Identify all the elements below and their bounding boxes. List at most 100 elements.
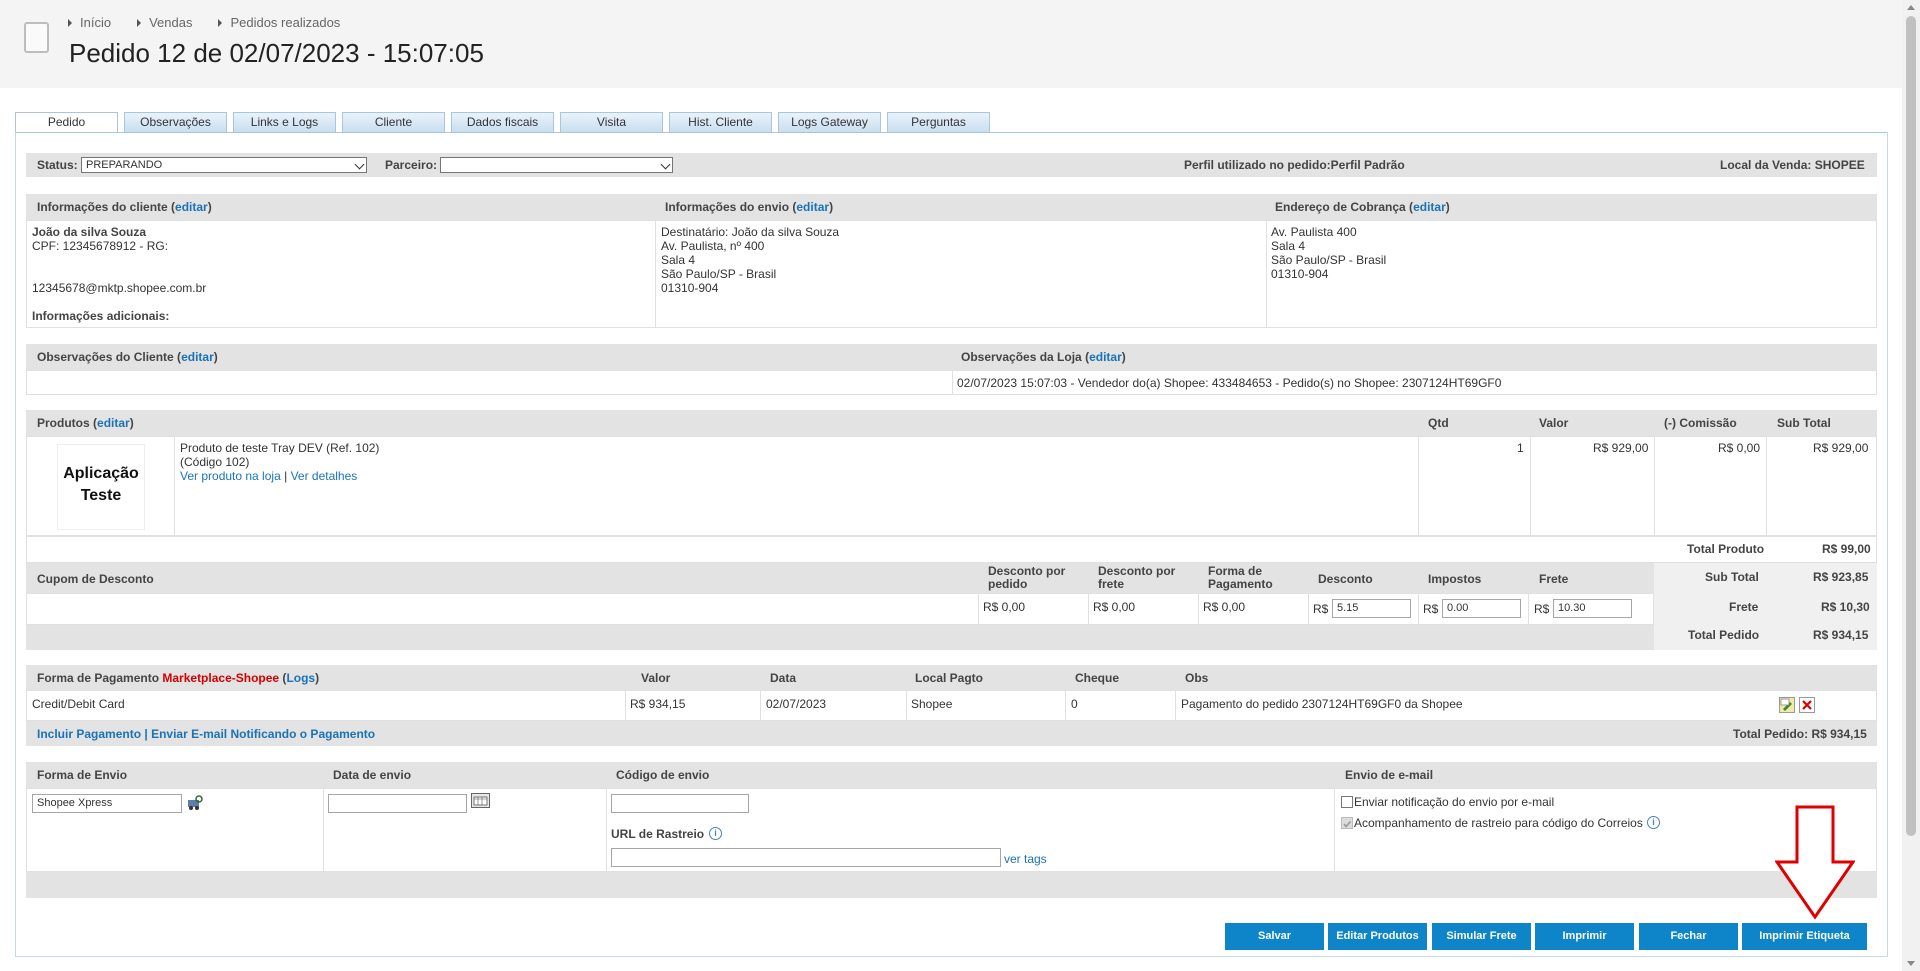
include-payment-link[interactable]: Incluir Pagamento — [37, 727, 141, 741]
shipping-line: São Paulo/SP - Brasil — [661, 267, 777, 281]
simulate-freight-button[interactable]: Simular Frete — [1432, 923, 1531, 950]
breadcrumb-item-vendas[interactable]: Vendas — [137, 15, 192, 30]
page-title: Pedido 12 de 02/07/2023 - 15:07:05 — [69, 38, 484, 68]
notify-payment-link[interactable]: Enviar E-mail Notificando o Pagamento — [151, 727, 375, 741]
divider — [606, 788, 607, 872]
breadcrumb-item-inicio[interactable]: Início — [68, 15, 111, 30]
shipping-lookup-icon[interactable] — [186, 794, 204, 815]
product-qty: 1 — [1517, 441, 1524, 455]
customer-doc: CPF: 12345678912 - RG: — [32, 239, 169, 253]
sale-location-text: Local da Venda: SHOPEE — [1720, 158, 1865, 172]
edit-payment-icon[interactable] — [1779, 697, 1795, 713]
col-payment-obs: Obs — [1185, 671, 1209, 685]
edit-billing-link[interactable]: editar — [1413, 200, 1446, 214]
breadcrumb-item-pedidos[interactable]: Pedidos realizados — [218, 15, 340, 30]
notify-shipping-checkbox[interactable] — [1341, 796, 1353, 808]
store-observations-text: 02/07/2023 15:07:03 - Vendedor do(a) Sho… — [957, 376, 1502, 390]
tab-observacoes[interactable]: Observações — [124, 112, 227, 132]
product-name: Produto de teste Tray DEV (Ref. 102) — [180, 441, 380, 455]
breadcrumb: Início Vendas Pedidos realizados — [68, 15, 366, 30]
billing-line: São Paulo/SP - Brasil — [1271, 253, 1387, 267]
shipping-date-input[interactable] — [328, 794, 467, 813]
annotation-arrow-icon — [1774, 805, 1856, 923]
shipping-method-heading: Forma de Envio — [37, 768, 128, 782]
tab-hist-cliente[interactable]: Hist. Cliente — [669, 112, 772, 132]
info-box — [26, 220, 1877, 328]
payment-value: R$ 934,15 — [630, 697, 686, 711]
tab-pedido[interactable]: Pedido — [15, 112, 118, 133]
observations-header-bar — [26, 344, 1877, 370]
divider — [978, 593, 979, 625]
caret-right-icon — [137, 18, 142, 27]
product-value: R$ 929,00 — [1593, 441, 1649, 455]
divider — [625, 690, 626, 721]
edit-products-button[interactable]: Editar Produtos — [1328, 923, 1427, 950]
tab-perguntas[interactable]: Perguntas — [887, 112, 990, 132]
product-image[interactable]: Aplicação Teste — [57, 444, 145, 530]
edit-store-observations-link[interactable]: editar — [1089, 350, 1122, 364]
tab-logs-gateway[interactable]: Logs Gateway — [778, 112, 881, 132]
delete-payment-icon[interactable] — [1799, 697, 1815, 713]
info-icon[interactable]: i — [709, 827, 722, 840]
info-icon[interactable]: i — [1647, 816, 1660, 829]
scroll-down-icon[interactable] — [1907, 961, 1915, 966]
page-icon — [24, 22, 49, 53]
tab-dados-fiscais[interactable]: Dados fiscais — [451, 112, 554, 132]
payment-logs-link[interactable]: Logs — [286, 671, 315, 685]
view-tags-link[interactable]: ver tags — [1004, 852, 1047, 866]
divider — [1308, 593, 1309, 625]
divider — [1418, 593, 1419, 625]
divider — [1088, 593, 1089, 625]
col-freight: Frete — [1539, 572, 1569, 586]
scroll-thumb[interactable] — [1906, 16, 1916, 836]
shipping-method-input[interactable]: Shopee Xpress — [32, 794, 182, 813]
discount-input[interactable]: 5.15 — [1332, 599, 1411, 618]
total-product-value: R$ 99,00 — [1822, 542, 1871, 556]
email-heading: Envio de e-mail — [1345, 768, 1434, 782]
edit-shipping-link[interactable]: editar — [796, 200, 829, 214]
order-total-label: Total Pedido — [1688, 628, 1760, 642]
billing-line: Av. Paulista 400 — [1271, 225, 1357, 239]
shipping-line: Av. Paulista, nº 400 — [661, 239, 765, 253]
edit-client-observations-link[interactable]: editar — [181, 350, 214, 364]
shipping-header-bar — [26, 762, 1877, 788]
shipping-code-input[interactable] — [611, 794, 749, 813]
edit-customer-link[interactable]: editar — [175, 200, 208, 214]
partner-select[interactable] — [440, 157, 673, 173]
customer-email: 12345678@mktp.shopee.com.br — [32, 281, 207, 295]
shipping-footer-bar — [26, 872, 1877, 898]
close-button[interactable]: Fechar — [1639, 923, 1738, 950]
coupon-heading: Cupom de Desconto — [37, 572, 154, 586]
divider — [323, 788, 324, 872]
taxes-input[interactable]: 0.00 — [1442, 599, 1521, 618]
tracking-follow-checkbox[interactable] — [1341, 817, 1353, 829]
tab-cliente[interactable]: Cliente — [342, 112, 445, 132]
divider — [1654, 436, 1655, 536]
edit-products-link[interactable]: editar — [97, 416, 130, 430]
tab-links-logs[interactable]: Links e Logs — [233, 112, 336, 132]
tracking-url-input[interactable] — [611, 848, 1001, 867]
divider — [1530, 436, 1531, 536]
divider — [174, 436, 175, 536]
col-qty: Qtd — [1428, 416, 1449, 430]
payment-method-name: Marketplace-Shopee — [162, 671, 280, 685]
freight-input[interactable]: 10.30 — [1553, 599, 1632, 618]
print-button[interactable]: Imprimir — [1535, 923, 1634, 950]
caret-right-icon — [68, 18, 72, 27]
product-subtotal: R$ 929,00 — [1813, 441, 1869, 455]
save-button[interactable]: Salvar — [1225, 923, 1324, 950]
view-details-link[interactable]: Ver detalhes — [291, 469, 358, 483]
view-product-store-link[interactable]: Ver produto na loja — [180, 469, 281, 483]
payment-discount-value: R$ 0,00 — [1203, 600, 1246, 614]
order-discount-value: R$ 0,00 — [983, 600, 1026, 614]
shipping-code-heading: Código de envio — [616, 768, 710, 782]
print-label-button[interactable]: Imprimir Etiqueta — [1742, 923, 1867, 950]
tracking-url-label: URL de Rastreio — [611, 827, 705, 841]
scroll-up-icon[interactable] — [1907, 5, 1915, 10]
calendar-icon[interactable] — [471, 793, 490, 808]
billing-line: 01310-904 — [1271, 267, 1329, 281]
divider — [1528, 593, 1529, 625]
status-select[interactable]: PREPARANDO — [81, 157, 367, 173]
page-scrollbar[interactable] — [1902, 0, 1920, 971]
tab-visita[interactable]: Visita — [560, 112, 663, 132]
